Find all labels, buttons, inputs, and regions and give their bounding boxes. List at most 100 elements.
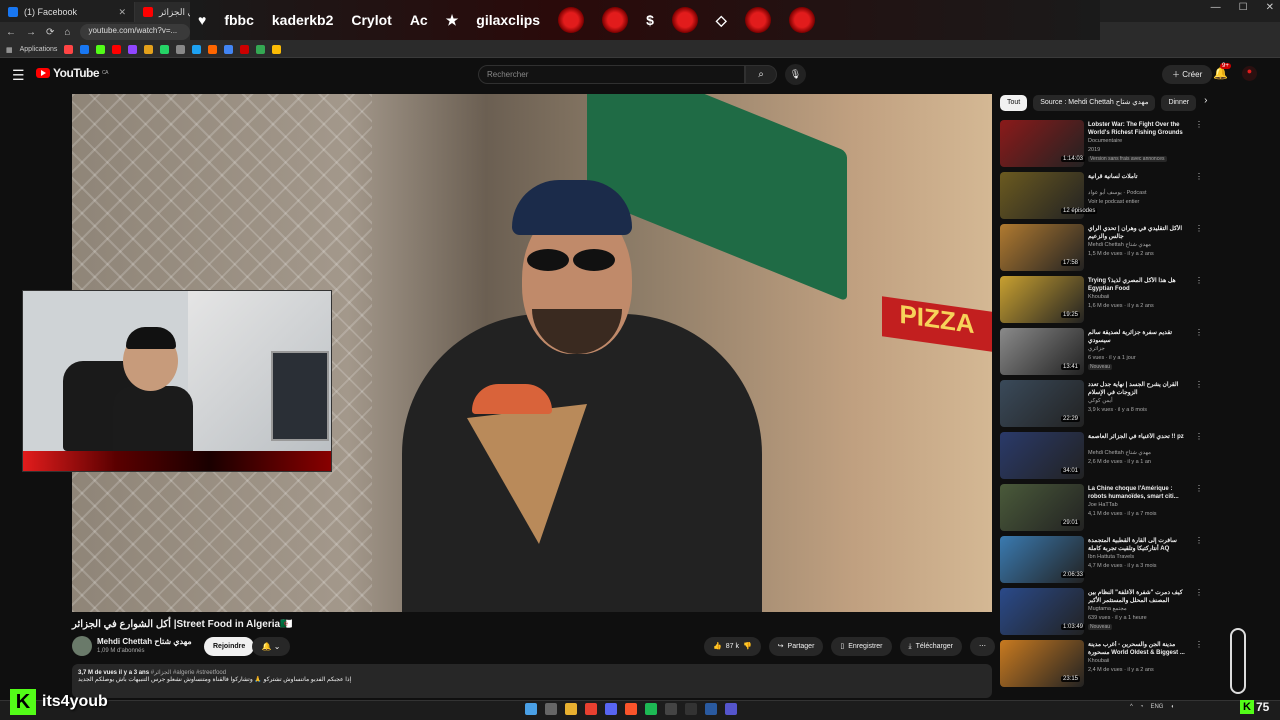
recommendation-title[interactable]: Trying هل هذا الأكل المصري لذيذ؟ Egyptia… bbox=[1088, 277, 1190, 293]
discord-icon[interactable] bbox=[605, 703, 617, 715]
bookmark-icon[interactable] bbox=[256, 45, 266, 54]
recommendation-channel[interactable]: Mehdi Chettah مهدي شتاح bbox=[1088, 450, 1151, 456]
app-icon[interactable] bbox=[685, 703, 697, 715]
more-vert-icon[interactable]: ⋮ bbox=[1195, 588, 1203, 597]
close-window-icon[interactable]: ✕ bbox=[1266, 2, 1274, 13]
recommendation-item[interactable]: 1:14:03 Lobster War: The Fight Over the W… bbox=[1000, 118, 1205, 170]
bookmark-icon[interactable] bbox=[128, 45, 138, 54]
recommendation-item[interactable]: 17:58 الأكل التقليدي في وهران | تحدي الرا… bbox=[1000, 222, 1205, 274]
recommendation-item[interactable]: 19:25 Trying هل هذا الأكل المصري لذيذ؟ Eg… bbox=[1000, 274, 1205, 326]
recommendation-channel[interactable]: جزائري bbox=[1088, 346, 1105, 352]
obs-icon[interactable] bbox=[665, 703, 677, 715]
save-button[interactable]: ▯ Enregistrer bbox=[831, 637, 892, 656]
recommendation-title[interactable]: كيف دمرت "شفرة الأغلفة" النظام بين المصن… bbox=[1088, 589, 1190, 605]
chip-dinner[interactable]: Dinner bbox=[1161, 95, 1197, 111]
recommendation-item[interactable]: 29:01 La Chine choque l'Amérique : robots… bbox=[1000, 482, 1205, 534]
recommendation-channel[interactable]: Mehdi Chettah مهدي شتاح bbox=[1088, 242, 1151, 248]
more-vert-icon[interactable]: ⋮ bbox=[1195, 640, 1203, 649]
bookmark-icon[interactable] bbox=[160, 45, 170, 54]
recommendation-channel[interactable]: Mugtama مجتمع bbox=[1088, 606, 1127, 612]
recommendation-channel[interactable]: Ibn Hattuta Travels bbox=[1088, 554, 1134, 560]
download-button[interactable]: ⤓ Télécharger bbox=[899, 637, 962, 656]
bookmark-icon[interactable] bbox=[240, 45, 250, 54]
more-actions-button[interactable]: ⋯ bbox=[969, 637, 995, 656]
recommendation-channel[interactable]: Khoubaii bbox=[1088, 658, 1109, 664]
account-avatar[interactable]: ● bbox=[1242, 66, 1257, 81]
more-vert-icon[interactable]: ⋮ bbox=[1195, 536, 1203, 545]
bookmark-applications[interactable]: Applications bbox=[20, 46, 58, 53]
bookmark-icon[interactable] bbox=[192, 45, 202, 54]
bookmark-icon[interactable] bbox=[176, 45, 186, 54]
wifi-icon[interactable]: ◔ bbox=[1140, 704, 1144, 710]
recommendation-title[interactable]: La Chine choque l'Amérique : robots huma… bbox=[1088, 485, 1190, 501]
bookmark-icon[interactable] bbox=[80, 45, 90, 54]
bookmark-icon[interactable] bbox=[64, 45, 74, 54]
more-vert-icon[interactable]: ⋮ bbox=[1195, 484, 1203, 493]
share-button[interactable]: ↪ Partager bbox=[768, 637, 824, 656]
video-description[interactable]: 3,7 M de vues il y a 3 ans #الجزائر #alg… bbox=[72, 664, 992, 698]
home-icon[interactable]: ⌂ bbox=[64, 27, 70, 38]
browser-tab-facebook[interactable]: (1) Facebook ✕ bbox=[0, 2, 135, 22]
youtube-logo[interactable]: YouTube CA bbox=[36, 66, 108, 80]
recommendation-item[interactable]: 2:06:33 سافرت إلى القارة القطبية المتجمدة… bbox=[1000, 534, 1205, 586]
recommendation-channel[interactable]: Documentaire bbox=[1088, 138, 1122, 144]
recommendation-title[interactable]: مدينة الجن والسحرين - أغرب مدينة مسحورة … bbox=[1088, 641, 1190, 657]
more-vert-icon[interactable]: ⋮ bbox=[1195, 328, 1203, 337]
recommendation-item[interactable]: 23:15 مدينة الجن والسحرين - أغرب مدينة مس… bbox=[1000, 638, 1205, 690]
search-icon[interactable] bbox=[545, 703, 557, 715]
close-icon[interactable]: ✕ bbox=[118, 7, 126, 18]
search-input[interactable]: Rechercher bbox=[478, 65, 745, 84]
more-vert-icon[interactable]: ⋮ bbox=[1195, 172, 1203, 181]
windows-start-icon[interactable] bbox=[525, 703, 537, 715]
bookmark-icon[interactable] bbox=[208, 45, 218, 54]
more-vert-icon[interactable]: ⋮ bbox=[1195, 120, 1203, 129]
maximize-icon[interactable]: ☐ bbox=[1239, 2, 1248, 13]
address-field[interactable]: youtube.com/watch?v=... bbox=[80, 24, 191, 40]
app-icon[interactable] bbox=[705, 703, 717, 715]
more-vert-icon[interactable]: ⋮ bbox=[1195, 380, 1203, 389]
app-icon[interactable] bbox=[725, 703, 737, 715]
recommendation-title[interactable]: سافرت إلى القارة القطبية المتجمدة أنتارك… bbox=[1088, 537, 1190, 553]
bookmark-icon[interactable] bbox=[96, 45, 106, 54]
chip-all[interactable]: Tout bbox=[1000, 95, 1028, 111]
more-vert-icon[interactable]: ⋮ bbox=[1195, 276, 1203, 285]
reload-icon[interactable]: ⟳ bbox=[46, 27, 54, 38]
recommendation-item[interactable]: 12 épisodes تأملات لسانية قرآنية يوسف أبو … bbox=[1000, 170, 1205, 222]
recommendation-title[interactable]: تأملات لسانية قرآنية bbox=[1088, 173, 1190, 181]
recommendation-title[interactable]: القرآن يشرح الجسد | نهاية جدل تعدد الزوج… bbox=[1088, 381, 1190, 397]
back-icon[interactable]: ← bbox=[6, 27, 16, 38]
apps-icon[interactable]: ▦ bbox=[6, 46, 13, 54]
more-vert-icon[interactable]: ⋮ bbox=[1195, 224, 1203, 233]
recommendation-title[interactable]: تقديم سفرة جزائرية لصديقة سالم سيسودي bbox=[1088, 329, 1190, 345]
volume-icon[interactable]: ◖ bbox=[1170, 704, 1174, 710]
recommendation-channel[interactable]: Joe HaTTab bbox=[1088, 502, 1118, 508]
channel-avatar[interactable] bbox=[72, 636, 92, 656]
notifications-button[interactable]: 🔔 9+ bbox=[1213, 63, 1231, 80]
thumbs-down-icon[interactable]: 👎 bbox=[743, 637, 752, 656]
recommendation-title[interactable]: الأكل التقليدي في وهران | تحدي الراي جال… bbox=[1088, 225, 1190, 241]
recommendation-channel[interactable]: أيمن كوكي bbox=[1088, 398, 1113, 404]
chip-source[interactable]: Source : Mehdi Chettah مهدي شتاح bbox=[1033, 95, 1156, 111]
minimize-icon[interactable]: — bbox=[1211, 2, 1221, 13]
recommendation-item[interactable]: 13:41 تقديم سفرة جزائرية لصديقة سالم سيسو… bbox=[1000, 326, 1205, 378]
recommendation-item[interactable]: 22:29 القرآن يشرح الجسد | نهاية جدل تعدد … bbox=[1000, 378, 1205, 430]
chrome-icon[interactable] bbox=[585, 703, 597, 715]
folder-icon[interactable] bbox=[565, 703, 577, 715]
bookmark-icon[interactable] bbox=[224, 45, 234, 54]
join-button[interactable]: Rejoindre bbox=[204, 637, 255, 656]
more-vert-icon[interactable]: ⋮ bbox=[1195, 432, 1203, 441]
channel-name[interactable]: Mehdi Chettah مهدي شتاح bbox=[97, 637, 192, 646]
recommendation-channel[interactable]: يوسف أبو عواد · Podcast bbox=[1088, 190, 1147, 196]
bookmark-icon[interactable] bbox=[272, 45, 282, 54]
spotify-icon[interactable] bbox=[645, 703, 657, 715]
recommendation-item[interactable]: 34:01 تحدي الأغنياء في الجزائر العاصمة !!… bbox=[1000, 430, 1205, 482]
subscription-bell-button[interactable]: 🔔 ⌄ bbox=[252, 637, 290, 656]
recommendation-channel[interactable]: Khoubaii bbox=[1088, 294, 1109, 300]
search-button[interactable]: ⌕ bbox=[745, 65, 777, 84]
create-button[interactable]: ＋ Créer bbox=[1162, 65, 1213, 84]
bookmark-icon[interactable] bbox=[112, 45, 122, 54]
forward-icon[interactable]: → bbox=[26, 27, 36, 38]
recommendation-title[interactable]: تحدي الأغنياء في الجزائر العاصمة !! pz bbox=[1088, 433, 1190, 441]
menu-icon[interactable]: ☰ bbox=[12, 67, 25, 84]
like-button[interactable]: 👍 87 k 👎 bbox=[704, 637, 761, 656]
